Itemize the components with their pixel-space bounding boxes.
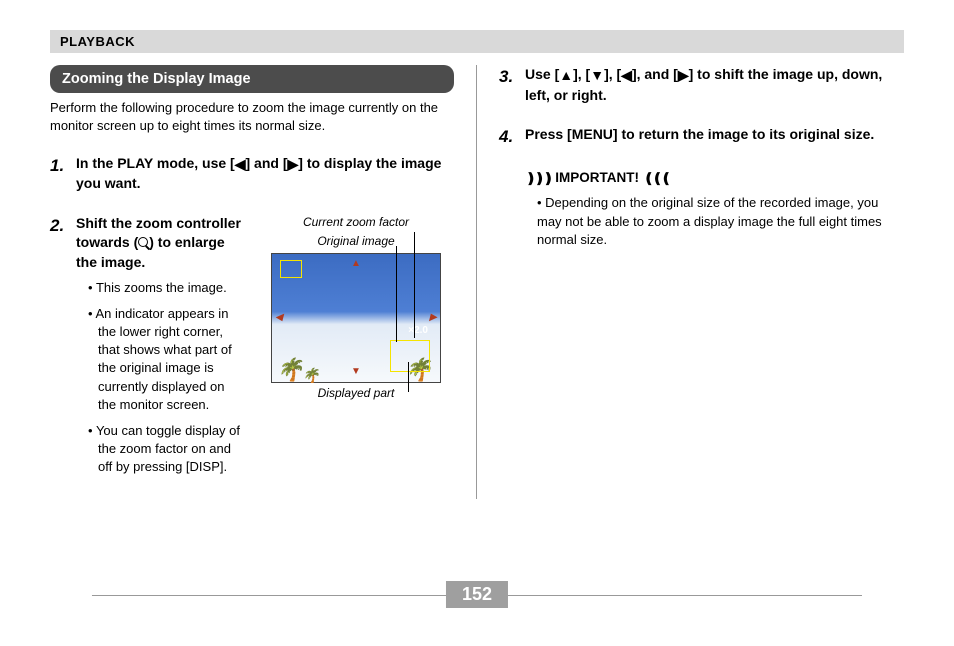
text: ] and [	[245, 155, 287, 171]
step-4: 4. Press [MENU] to return the image to i…	[499, 125, 904, 151]
magnifier-icon	[138, 237, 149, 248]
list-item: You can toggle display of the zoom facto…	[88, 422, 244, 477]
zoom-factor-indicator: ×2.0	[408, 324, 428, 338]
text: ], and [	[632, 66, 678, 82]
step-number: 3.	[499, 65, 525, 111]
bullet-list: This zooms the image. An indicator appea…	[76, 279, 244, 477]
step-2: 2. Shift the zoom controller towards () …	[50, 214, 454, 485]
step-heading: In the PLAY mode, use [◀] and [▶] to dis…	[76, 154, 454, 194]
right-column: 3. Use [▲], [▼], [◀], and [▶] to shift t…	[477, 65, 904, 499]
page-footer: 152	[446, 581, 508, 608]
right-arrow-icon: ▶	[678, 66, 689, 86]
up-arrow-icon: ▲	[559, 66, 573, 86]
figure-label: Original image	[258, 233, 454, 250]
right-arrow-icon: ▶	[429, 311, 437, 325]
manual-page: PLAYBACK Zooming the Display Image Perfo…	[50, 30, 904, 616]
up-arrow-icon: ▲	[351, 257, 361, 271]
page-number: 152	[446, 581, 508, 608]
left-arrow-icon: ◀	[235, 155, 246, 175]
figure: Current zoom factor Original image 🌴 🌴 🌴…	[258, 214, 454, 485]
intro-text: Perform the following procedure to zoom …	[50, 99, 454, 135]
step-heading: Press [MENU] to return the image to its …	[525, 125, 904, 145]
step-heading: Use [▲], [▼], [◀], and [▶] to shift the …	[525, 65, 904, 105]
topic-title: Zooming the Display Image	[50, 65, 454, 93]
text: ], [	[573, 66, 590, 82]
down-arrow-icon: ▼	[351, 365, 361, 379]
figure-label: Displayed part	[258, 385, 454, 402]
down-arrow-icon: ▼	[590, 66, 604, 86]
list-item: An indicator appears in the lower right …	[88, 305, 244, 414]
deco-arrows-left-icon: ❪❪❪	[643, 169, 669, 189]
section-header: PLAYBACK	[50, 30, 904, 53]
list-item: This zooms the image.	[88, 279, 244, 297]
text: ], [	[604, 66, 621, 82]
footer-rule	[482, 595, 862, 596]
figure-label: Current zoom factor	[258, 214, 454, 231]
step-1: 1. In the PLAY mode, use [◀] and [▶] to …	[50, 154, 454, 200]
tree-icon: 🌴	[302, 366, 319, 386]
text: Use [	[525, 66, 559, 82]
leader-line	[414, 232, 415, 338]
zoom-outline-inner	[280, 260, 302, 278]
important-label: IMPORTANT!	[555, 169, 639, 188]
step-heading: Shift the zoom controller towards () to …	[76, 214, 244, 273]
content-columns: Zooming the Display Image Perform the fo…	[50, 65, 904, 499]
step-number: 1.	[50, 154, 76, 200]
left-arrow-icon: ◀	[275, 311, 283, 325]
footer-rule	[92, 595, 472, 596]
step-number: 2.	[50, 214, 76, 485]
step-number: 4.	[499, 125, 525, 151]
leader-line	[408, 362, 409, 392]
deco-arrows-right-icon: ❫❫❫	[525, 169, 551, 189]
zoom-preview-image: 🌴 🌴 🌴 ▲ ▼ ◀ ▶ ×2.0	[271, 253, 441, 383]
left-arrow-icon: ◀	[621, 66, 632, 86]
important-text: • Depending on the original size of the …	[499, 194, 904, 249]
step-3: 3. Use [▲], [▼], [◀], and [▶] to shift t…	[499, 65, 904, 111]
important-heading: ❫❫❫ IMPORTANT! ❪❪❪	[525, 169, 904, 189]
text: Depending on the original size of the re…	[537, 195, 882, 246]
text: In the PLAY mode, use [	[76, 155, 235, 171]
left-column: Zooming the Display Image Perform the fo…	[50, 65, 477, 499]
leader-line	[396, 246, 397, 342]
step-text: Shift the zoom controller towards () to …	[76, 214, 244, 485]
tree-icon: 🌴	[276, 355, 303, 386]
zoom-outline-outer	[390, 340, 430, 372]
right-arrow-icon: ▶	[287, 155, 298, 175]
